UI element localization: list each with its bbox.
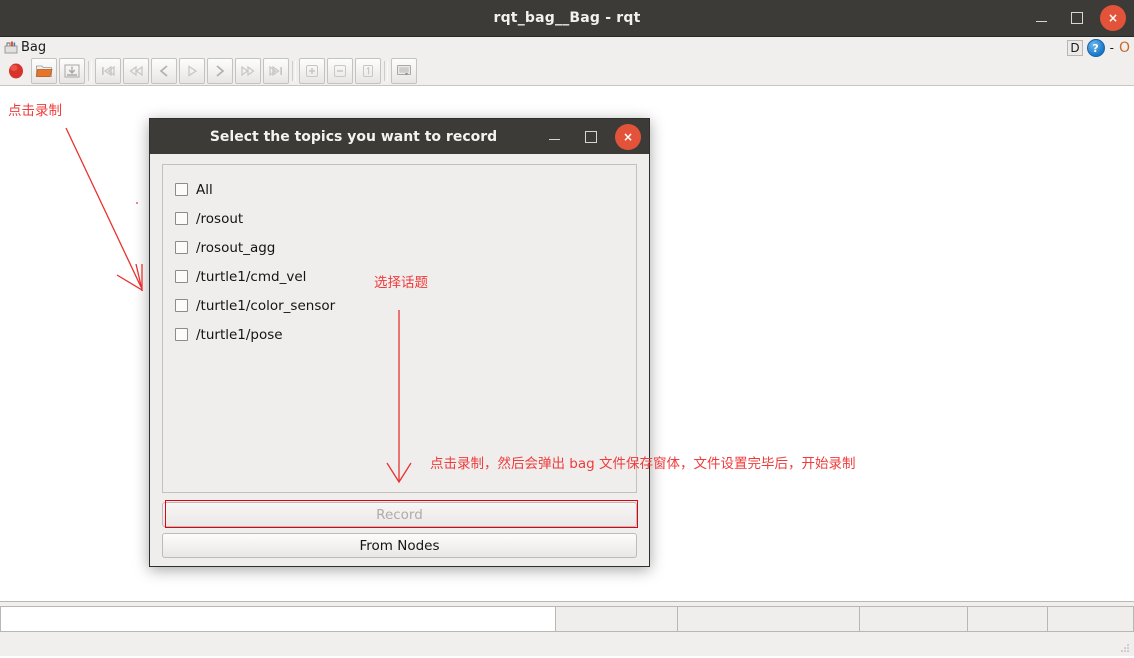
window-minimize-button[interactable] — [1028, 5, 1054, 31]
topic-label: /turtle1/pose — [196, 326, 283, 343]
topic-label: /rosout — [196, 210, 244, 227]
bag-plugin-header: Bag D ? - O — [0, 37, 1134, 57]
topic-checkbox-color-sensor[interactable] — [175, 299, 188, 312]
bag-plugin-title-group: Bag — [4, 40, 46, 55]
thumbnail-screen-button[interactable] — [391, 58, 417, 84]
play-button[interactable] — [179, 58, 205, 84]
load-bag-button[interactable] — [31, 58, 57, 84]
status-segment-5 — [968, 606, 1048, 632]
topic-row-all[interactable]: All — [175, 175, 624, 204]
dialog-minimize-button[interactable] — [541, 124, 567, 150]
status-segment-3 — [678, 606, 860, 632]
topic-list[interactable]: All /rosout /rosout_agg /turtle1/cmd_vel… — [162, 164, 637, 493]
annotation-record-flow: 点击录制，然后会弹出 bag 文件保存窗体，文件设置完毕后，开始录制 — [430, 456, 856, 472]
dock-minimize-button[interactable]: - — [1109, 41, 1115, 55]
zoom-reset-button[interactable] — [355, 58, 381, 84]
bag-plugin-title: Bag — [21, 39, 47, 55]
record-button[interactable] — [3, 58, 29, 84]
topic-checkbox-cmd-vel[interactable] — [175, 270, 188, 283]
annotation-click-record: 点击录制 — [8, 103, 62, 119]
resize-grip[interactable] — [1119, 642, 1131, 654]
status-segment-2 — [556, 606, 678, 632]
window-title: rqt_bag__Bag - rqt — [493, 10, 641, 26]
topic-checkbox-all[interactable] — [175, 183, 188, 196]
topic-selection-dialog: Select the topics you want to record × A… — [149, 118, 650, 567]
window-titlebar: rqt_bag__Bag - rqt × — [0, 0, 1134, 37]
topic-label: All — [196, 181, 213, 198]
fast-forward-button[interactable] — [235, 58, 261, 84]
dialog-titlebar: Select the topics you want to record × — [150, 119, 649, 154]
status-segment-main — [0, 606, 556, 632]
step-back-button[interactable] — [151, 58, 177, 84]
window-controls: × — [1028, 0, 1126, 36]
topic-label: /turtle1/color_sensor — [196, 297, 336, 314]
zoom-out-button[interactable] — [327, 58, 353, 84]
dock-undock-button[interactable]: D — [1067, 40, 1083, 56]
toolbar-separator — [384, 61, 388, 81]
dock-widget-controls: D ? - O — [1067, 39, 1130, 57]
topic-row-rosout-agg[interactable]: /rosout_agg — [175, 233, 624, 262]
status-segment-6 — [1048, 606, 1134, 632]
topic-checkbox-rosout[interactable] — [175, 212, 188, 225]
dialog-from-nodes-button[interactable]: From Nodes — [162, 533, 637, 558]
help-icon[interactable]: ? — [1086, 39, 1105, 57]
save-bag-button[interactable] — [59, 58, 85, 84]
window-close-button[interactable]: × — [1100, 5, 1126, 31]
annotation-select-topic: 选择话题 — [374, 275, 428, 291]
dialog-record-button[interactable]: Record — [162, 502, 637, 527]
skip-to-end-button[interactable] — [263, 58, 289, 84]
dialog-body: All /rosout /rosout_agg /turtle1/cmd_vel… — [150, 154, 649, 566]
window-maximize-button[interactable] — [1064, 5, 1090, 31]
topic-label: /rosout_agg — [196, 239, 276, 256]
record-button-wrapper: Record — [162, 500, 638, 528]
bag-toolbar — [0, 57, 1134, 86]
toolbar-separator — [88, 61, 92, 81]
dialog-close-button[interactable]: × — [615, 123, 641, 150]
topic-label: /turtle1/cmd_vel — [196, 268, 307, 285]
status-bar — [0, 601, 1134, 656]
step-forward-button[interactable] — [207, 58, 233, 84]
zoom-in-button[interactable] — [299, 58, 325, 84]
dialog-window-controls: × — [541, 123, 641, 150]
topic-row-pose[interactable]: /turtle1/pose — [175, 320, 624, 349]
rewind-button[interactable] — [123, 58, 149, 84]
status-segment-group — [0, 606, 1134, 632]
topic-row-color-sensor[interactable]: /turtle1/color_sensor — [175, 291, 624, 320]
topic-checkbox-pose[interactable] — [175, 328, 188, 341]
topic-row-rosout[interactable]: /rosout — [175, 204, 624, 233]
dialog-button-group: Record From Nodes — [162, 493, 638, 558]
bag-icon — [4, 40, 18, 54]
dialog-maximize-button[interactable] — [578, 124, 604, 150]
dock-close-button[interactable]: O — [1119, 40, 1130, 56]
toolbar-separator — [292, 61, 296, 81]
topic-checkbox-rosout-agg[interactable] — [175, 241, 188, 254]
skip-to-start-button[interactable] — [95, 58, 121, 84]
status-segment-4 — [860, 606, 968, 632]
